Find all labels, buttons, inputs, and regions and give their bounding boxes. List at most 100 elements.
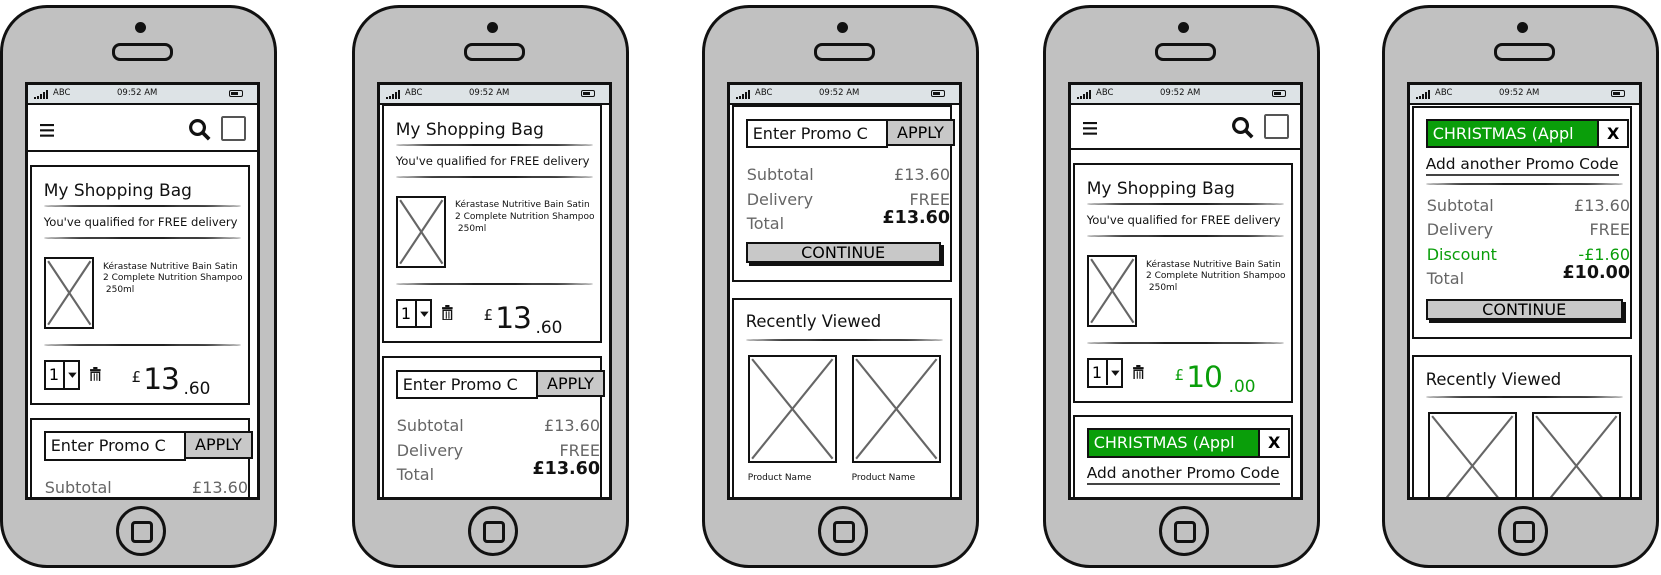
divider [395, 175, 593, 178]
home-square-icon [131, 521, 153, 543]
recent-product-tile[interactable]: Product Name [851, 354, 941, 483]
carrier-label: ABC [1435, 88, 1453, 98]
trash-icon[interactable] [89, 366, 102, 383]
home-button[interactable] [116, 506, 166, 556]
summary-label: Delivery [1426, 220, 1494, 240]
continue-button[interactable]: CONTINUE [1425, 298, 1623, 320]
product-name[interactable]: 250ml [103, 285, 134, 297]
screen-viewport[interactable]: My Shopping Bag You've qualified for FREE… [28, 105, 257, 497]
wireframe-board: ABC 09:52 AM My Shopping Bag You've qualifi… [0, 0, 1661, 575]
quantity-select[interactable]: 1 [1086, 358, 1123, 388]
continue-button[interactable]: CONTINUE [745, 241, 941, 263]
quantity-value: 1 [1091, 363, 1103, 383]
battery-icon [1611, 90, 1625, 97]
summary-label: Subtotal [44, 477, 112, 497]
promo-summary-card: Enter Promo C APPLY Subtotal £13.60 Delivery… [382, 356, 606, 497]
image-x-icon [1089, 257, 1136, 325]
home-button[interactable] [468, 506, 518, 556]
apply-button[interactable]: APPLY [535, 369, 606, 398]
apply-button[interactable]: APPLY [885, 118, 956, 147]
apply-button[interactable]: APPLY [183, 431, 254, 459]
speaker-slot [112, 43, 173, 61]
recent-product-tile[interactable] [1531, 412, 1621, 497]
recent-product-tile[interactable]: Product Name [747, 354, 837, 483]
status-bar: ABC 09:52 AM [28, 85, 257, 105]
battery-icon [931, 90, 945, 97]
search-icon[interactable] [1231, 116, 1254, 139]
image-placeholder [43, 257, 95, 330]
screen-viewport[interactable]: CHRISTMAS (Appl X Add another Promo Code Su… [1410, 105, 1639, 497]
trash-icon[interactable] [441, 305, 454, 321]
hamburger-icon[interactable] [39, 122, 55, 137]
recently-viewed-card: Recently Viewed Product Name Product Name [732, 297, 952, 497]
home-square-icon [1513, 521, 1535, 543]
price-major: 13 [495, 301, 532, 336]
carrier-label: ABC [1096, 88, 1114, 98]
summary-label: Total [746, 214, 785, 233]
chevron-down-icon [1105, 360, 1123, 386]
image-x-icon [46, 259, 93, 327]
phone-mockup: ABC 09:52 AM CHRISTMAS (Appl X Add another P… [1382, 5, 1659, 568]
signal-icon [736, 89, 751, 99]
image-placeholder [1531, 412, 1621, 497]
status-time: 09:52 AM [117, 88, 158, 98]
screen-viewport[interactable]: My Shopping Bag You've qualified for FREE… [380, 105, 609, 497]
bag-square-icon[interactable] [1263, 113, 1289, 139]
search-icon[interactable] [188, 118, 211, 141]
speaker-slot [1494, 43, 1555, 61]
remove-promo-button[interactable]: X [1597, 118, 1630, 149]
divider [1086, 235, 1284, 238]
promo-applied-card: CHRISTMAS (Appl X Add another Promo Code [1073, 415, 1293, 497]
divider [43, 237, 241, 240]
remove-promo-button[interactable]: X [1258, 428, 1291, 458]
add-promo-code-link[interactable]: Add another Promo Code [1425, 155, 1619, 176]
product-name[interactable]: Kérastase Nutritive Bain Satin [1146, 260, 1281, 272]
chevron-down-icon [62, 362, 80, 388]
home-square-icon [833, 521, 855, 543]
phone-mockup: ABC 09:52 AM Enter Promo C APPLY Subtotal £13… [702, 5, 979, 568]
bag-square-icon[interactable] [220, 115, 246, 141]
home-button[interactable] [818, 506, 868, 556]
status-time: 09:52 AM [1499, 88, 1540, 98]
summary-label: Subtotal [746, 165, 814, 185]
quantity-value: 1 [48, 365, 60, 385]
divider [395, 144, 593, 147]
summary-label: Total [1426, 269, 1465, 289]
screen-viewport[interactable]: Enter Promo C APPLY Subtotal £13.60 Delivery… [730, 105, 959, 497]
phone-mockup: ABC 09:52 AM My Shopping Bag You've qualifi… [0, 5, 277, 568]
divider [1086, 203, 1284, 206]
hamburger-icon[interactable] [1082, 120, 1098, 135]
promo-code-input[interactable]: Enter Promo C [395, 369, 538, 400]
signal-icon [386, 89, 401, 99]
home-button[interactable] [1159, 506, 1209, 556]
recent-product-tile[interactable] [1427, 412, 1517, 497]
image-x-icon [750, 357, 835, 461]
product-name[interactable]: 2 Complete Nutrition Shampoo [455, 212, 595, 224]
home-button[interactable] [1498, 506, 1548, 556]
product-name[interactable]: Kérastase Nutritive Bain Satin [455, 200, 590, 212]
screen-viewport[interactable]: My Shopping Bag You've qualified for FREE… [1071, 105, 1300, 497]
product-name[interactable]: 250ml [455, 224, 486, 236]
image-placeholder [395, 196, 447, 268]
quantity-select[interactable]: 1 [43, 360, 80, 390]
summary-value: £13.60 [544, 416, 600, 436]
status-bar: ABC 09:52 AM [730, 85, 959, 105]
promo-code-input[interactable]: Enter Promo C [43, 431, 186, 461]
status-time: 09:52 AM [469, 88, 510, 98]
shopping-bag-card: My Shopping Bag You've qualified for FREE… [382, 105, 602, 344]
product-name[interactable]: 250ml [1146, 283, 1177, 295]
applied-promo-code: CHRISTMAS (Appl [1086, 428, 1261, 458]
page-title: My Shopping Bag [395, 119, 544, 140]
add-promo-code-link[interactable]: Add another Promo Code [1086, 464, 1280, 485]
trash-icon[interactable] [1132, 364, 1145, 381]
image-x-icon [1534, 414, 1619, 497]
promo-code-input[interactable]: Enter Promo C [745, 118, 888, 149]
product-name[interactable]: 2 Complete Nutrition Shampoo [1146, 271, 1286, 283]
price-minor: .00 [1228, 376, 1256, 397]
quantity-select[interactable]: 1 [395, 298, 432, 329]
product-name[interactable]: 2 Complete Nutrition Shampoo [103, 273, 243, 285]
product-name[interactable]: Kérastase Nutritive Bain Satin [103, 262, 238, 274]
image-x-icon [398, 198, 445, 266]
speaker-slot [814, 43, 875, 61]
top-nav [28, 105, 257, 152]
